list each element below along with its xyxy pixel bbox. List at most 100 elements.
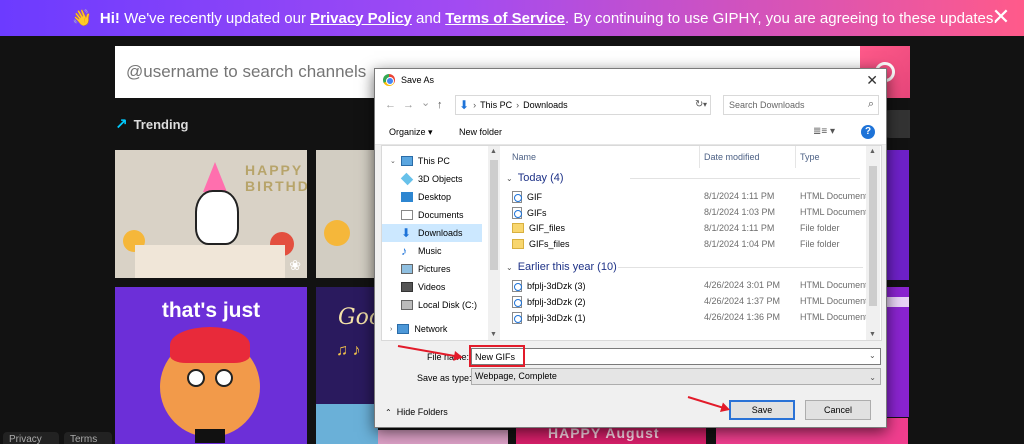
waving-hand-icon: 👋 [72,10,92,27]
file-list-scrollbar[interactable]: ▲ ▼ [866,146,880,340]
nav-item-pictures[interactable]: Pictures [382,260,482,278]
browser-panes: ⌄ This PC 3D Objects Desktop Documents ⬇ D… [381,145,882,341]
folder-icon [512,223,524,233]
nav-item-local-disk[interactable]: Local Disk (C:) [382,296,482,314]
file-row[interactable]: GIFs 8/1/2024 1:03 PM HTML Document [500,204,868,220]
group-header-earlier[interactable]: ⌄ Earlier this year (10) [500,258,866,276]
new-folder-button[interactable]: New folder [459,127,502,137]
expand-chevron-icon[interactable]: ⌄ [390,157,396,165]
help-icon[interactable]: ? [861,125,875,139]
html-document-icon [512,296,522,308]
html-document-icon [512,207,522,219]
breadcrumb-this-pc[interactable]: This PC [480,100,512,110]
column-header-type[interactable]: Type [796,146,866,168]
forward-arrow-icon[interactable]: → [403,99,414,111]
file-list: Name Date modified Type ⌄ Today (4) GIF … [500,146,881,340]
chrome-icon [383,74,395,86]
trending-icon: ↗ [115,116,128,133]
banner-text-2: . By continuing to use GIPHY, you are ag… [565,9,998,27]
scrollbar-thumb[interactable] [490,160,498,270]
picture-icon [401,264,413,274]
hide-folders-button[interactable]: ⌃ Hide Folders [385,407,448,417]
navigation-pane: ⌄ This PC 3D Objects Desktop Documents ⬇ D… [382,146,488,340]
expand-chevron-icon[interactable]: › [390,326,392,333]
dialog-title-bar[interactable]: Save As ✕ [375,69,886,91]
html-document-icon [512,280,522,292]
puppet-bowtie [195,429,225,443]
search-downloads-placeholder: Search Downloads [729,100,805,110]
scroll-down-icon[interactable]: ▼ [490,331,497,338]
group-header-today[interactable]: ⌄ Today (4) [500,169,866,187]
gif-tile-thats-just[interactable]: that's just [115,287,307,444]
privacy-policy-link[interactable]: Privacy Policy [310,10,412,27]
scroll-up-icon[interactable]: ▲ [869,148,876,155]
column-header-name[interactable]: Name [500,146,700,168]
breadcrumb-separator: › [516,100,520,110]
file-name-input[interactable] [471,348,881,365]
address-bar[interactable]: ⬇ › This PC › Downloads ▾ [455,95,711,115]
file-row[interactable]: GIFs_files 8/1/2024 1:04 PM File folder [500,236,866,252]
file-row[interactable]: GIF 8/1/2024 1:11 PM HTML Document [500,188,868,204]
gif-tile-good[interactable]: Goo ♫ ♪ [316,287,378,444]
save-button[interactable]: Save [729,400,795,420]
tile-caption: Goo [338,305,378,330]
puppet-hair [170,327,250,363]
gif-tile-birthday-dog[interactable]: HAPPY BIRTHDAY ❀ [115,150,307,278]
terms-of-service-link[interactable]: Terms of Service [445,10,565,27]
file-row[interactable]: bfplj-3dDzk (1) 4/26/2024 1:36 PM HTML D… [500,309,868,325]
folder-icon [512,239,524,249]
dialog-toolbar: Organize ▾ New folder ≣≡ ▾ ? [375,121,886,145]
recent-locations-chevron-icon[interactable]: ⌄ [421,96,430,109]
landscape [316,404,378,444]
banner-text-1: We've recently updated our [119,9,311,27]
desktop-icon [401,192,413,202]
drive-icon [401,300,413,310]
nav-item-desktop[interactable]: Desktop [382,188,482,206]
gif-tile-flowers[interactable] [378,430,508,444]
nav-item-downloads[interactable]: ⬇ Downloads [382,224,482,242]
group-divider [618,267,863,268]
dialog-close-icon[interactable]: ✕ [866,72,878,89]
nav-item-videos[interactable]: Videos [382,278,482,296]
party-hat [203,162,227,192]
address-dropdown-chevron-icon[interactable]: ▾ [703,100,707,109]
refresh-icon[interactable]: ↻ [695,99,703,110]
nav-item-this-pc[interactable]: ⌄ This PC [382,152,482,170]
collapse-chevron-icon: ⌄ [506,262,513,272]
organize-button[interactable]: Organize ▾ [389,127,433,138]
network-icon [397,324,410,334]
save-as-type-select[interactable]: Webpage, Complete ⌄ [471,368,881,385]
file-name-dropdown-chevron-icon[interactable]: ⌄ [869,351,876,360]
footer-terms-link[interactable]: Terms [64,432,112,444]
music-notes-icon: ♫ ♪ [336,342,361,359]
navigation-scrollbar[interactable]: ▲ ▼ [488,146,500,340]
nav-item-music[interactable]: ♪ Music [382,242,482,260]
up-arrow-icon[interactable]: ↑ [437,99,443,111]
cancel-button[interactable]: Cancel [805,400,871,420]
navigation-row: ← → ⌄ ↑ ⬇ › This PC › Downloads ▾ ↻ Sear… [375,91,886,121]
nav-item-documents[interactable]: Documents [382,206,482,224]
scroll-up-icon[interactable]: ▲ [490,148,497,155]
gif-tile-birthday-2[interactable] [316,150,378,278]
file-row[interactable]: bfplj-3dDzk (3) 4/26/2024 3:01 PM HTML D… [500,277,868,293]
nav-item-network[interactable]: › Network [382,320,482,338]
view-options-icon[interactable]: ≣≡ ▾ [813,126,835,137]
cake-figure [135,245,285,278]
file-row[interactable]: GIF_files 8/1/2024 1:11 PM File folder [500,220,866,236]
column-header-date[interactable]: Date modified [700,146,796,168]
dropdown-chevron-icon: ⌄ [869,373,876,382]
back-arrow-icon[interactable]: ← [385,99,396,111]
file-row[interactable]: bfplj-3dDzk (2) 4/26/2024 1:37 PM HTML D… [500,293,868,309]
banner-greeting: Hi! [99,9,120,27]
music-note-icon: ♪ [401,244,407,258]
collapse-chevron-icon: ⌄ [506,173,513,183]
scrollbar-thumb[interactable] [869,166,877,306]
giphy-logo-icon: ❀ [289,257,301,273]
search-downloads-box[interactable]: Search Downloads ⌕ [723,95,879,115]
banner-close-icon[interactable]: ✕ [988,4,1014,30]
trending-label: Trending [133,116,189,132]
nav-item-3d-objects[interactable]: 3D Objects [382,170,482,188]
scroll-down-icon[interactable]: ▼ [869,331,876,338]
breadcrumb-downloads[interactable]: Downloads [523,100,568,110]
footer-privacy-link[interactable]: Privacy [3,432,59,444]
